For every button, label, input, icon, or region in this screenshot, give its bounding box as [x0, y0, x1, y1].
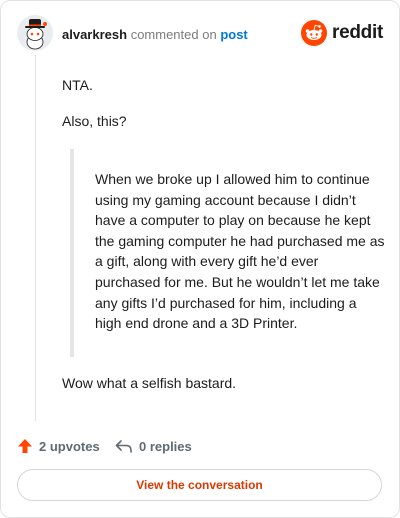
upvote-arrow-icon — [18, 439, 32, 453]
reply-count: 0 replies — [139, 438, 192, 454]
post-link[interactable]: post — [220, 27, 247, 42]
upvote-count: 2 upvotes — [39, 438, 100, 454]
comment-paragraph: NTA. — [62, 77, 93, 93]
comment-header: alvarkresh commented on post reddit — [17, 15, 383, 51]
byline: alvarkresh commented on post — [62, 27, 248, 42]
view-conversation-button[interactable]: View the conversation — [17, 469, 382, 501]
username-link[interactable]: alvarkresh — [62, 27, 127, 42]
upvote-button[interactable]: 2 upvotes — [17, 435, 100, 457]
replies-button[interactable]: 0 replies — [115, 435, 192, 457]
reddit-brand[interactable]: reddit — [301, 19, 383, 47]
comment-actions: 2 upvotes 0 replies — [17, 435, 377, 457]
blockquote: When we broke up I allowed him to contin… — [70, 149, 385, 357]
snoo-avatar-icon[interactable] — [17, 15, 53, 51]
byline-verb: commented on — [130, 27, 217, 42]
comment-card: alvarkresh commented on post reddit NTA.… — [0, 0, 400, 518]
quote-text: When we broke up I allowed him to contin… — [95, 171, 385, 332]
comment-paragraph: Also, this? — [62, 113, 127, 129]
thread-line — [35, 55, 36, 421]
reddit-logo-icon — [301, 20, 328, 46]
comment-paragraph: Wow what a selfish bastard. — [62, 375, 237, 391]
reply-arrow-icon — [115, 440, 132, 453]
reddit-wordmark: reddit — [332, 22, 383, 43]
